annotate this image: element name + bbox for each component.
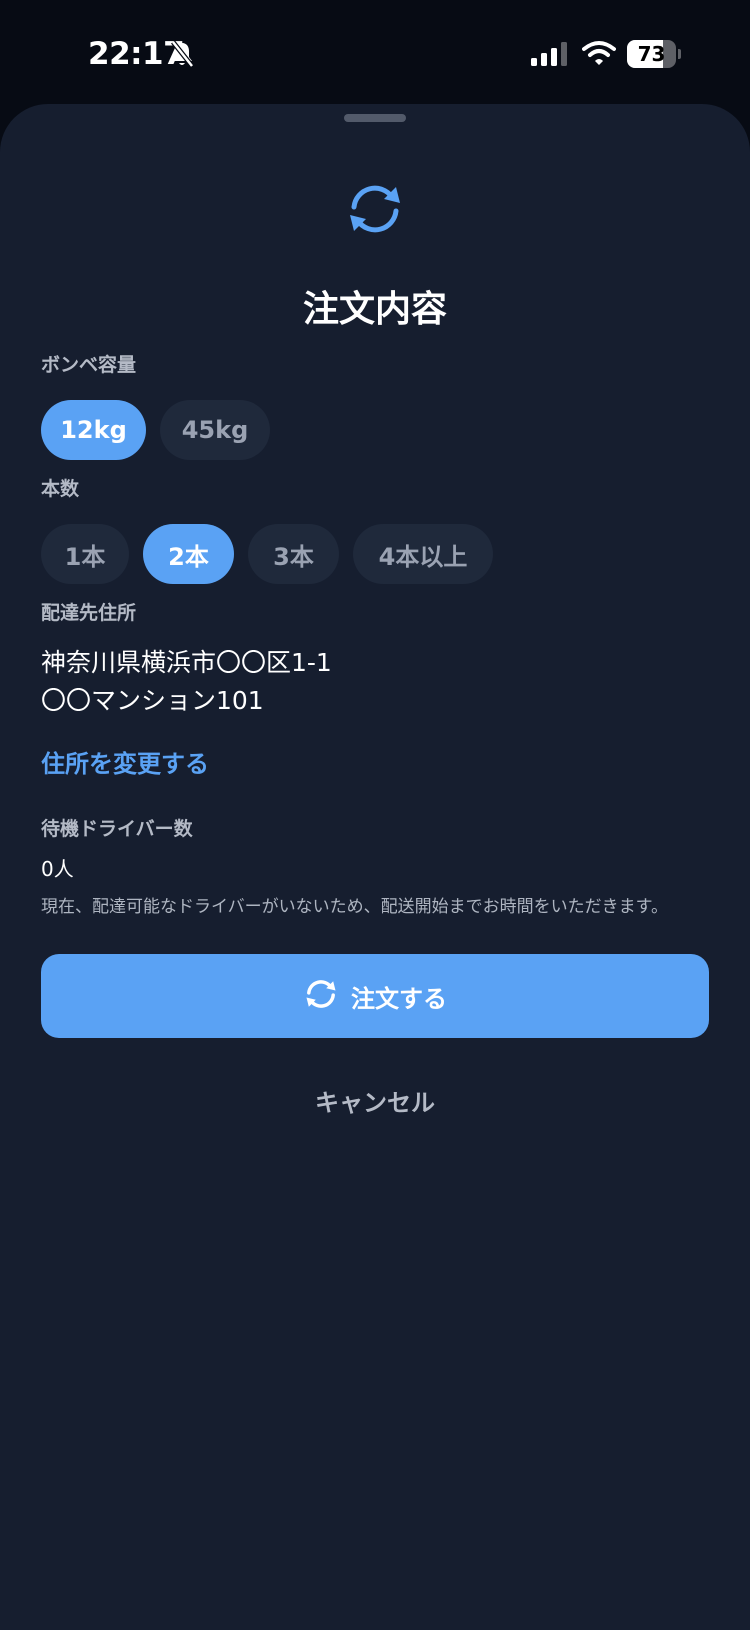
wifi-icon (582, 40, 616, 70)
cancel-button[interactable]: キャンセル (250, 1070, 500, 1130)
capacity-options: 12kg 45kg (41, 400, 270, 460)
bell-muted-icon (170, 40, 194, 72)
driver-count: 0人 (41, 857, 74, 881)
address-line-2: 〇〇マンション101 (41, 686, 264, 715)
quantity-option-1[interactable]: 1本 (41, 524, 129, 584)
driver-availability-note: 現在、配達可能なドライバーがいないため、配送開始までお時間をいただきます。 (41, 897, 668, 917)
cellular-signal-icon (531, 42, 569, 70)
capacity-option-45kg[interactable]: 45kg (160, 400, 270, 460)
refresh-icon (303, 978, 339, 1014)
quantity-option-4-plus[interactable]: 4本以上 (353, 524, 493, 584)
capacity-option-12kg[interactable]: 12kg (41, 400, 146, 460)
refresh-icon (344, 182, 406, 240)
sheet-title: 注文内容 (302, 289, 447, 330)
order-sheet: 注文内容 ボンベ容量 12kg 45kg 本数 1本 2本 3本 4本以上 配達… (0, 104, 750, 1630)
drivers-label: 待機ドライバー数 (41, 818, 193, 840)
battery-icon: 73 (627, 40, 681, 68)
quantity-option-2[interactable]: 2本 (143, 524, 234, 584)
order-button-label: 注文する (351, 984, 447, 1013)
delivery-address: 神奈川県横浜市〇〇区1-1 〇〇マンション101 (41, 644, 332, 720)
status-bar: 22:17 73 (0, 0, 750, 104)
sheet-grabber[interactable] (344, 114, 406, 122)
quantity-label: 本数 (41, 478, 80, 500)
change-address-link[interactable]: 住所を変更する (41, 744, 209, 779)
battery-level: 73 (637, 42, 666, 66)
address-line-1: 神奈川県横浜市〇〇区1-1 (41, 648, 332, 677)
quantity-options: 1本 2本 3本 4本以上 (41, 524, 493, 584)
quantity-option-3[interactable]: 3本 (248, 524, 339, 584)
order-button[interactable]: 注文する (41, 954, 709, 1038)
capacity-label: ボンベ容量 (41, 354, 137, 376)
address-label: 配達先住所 (41, 602, 137, 624)
